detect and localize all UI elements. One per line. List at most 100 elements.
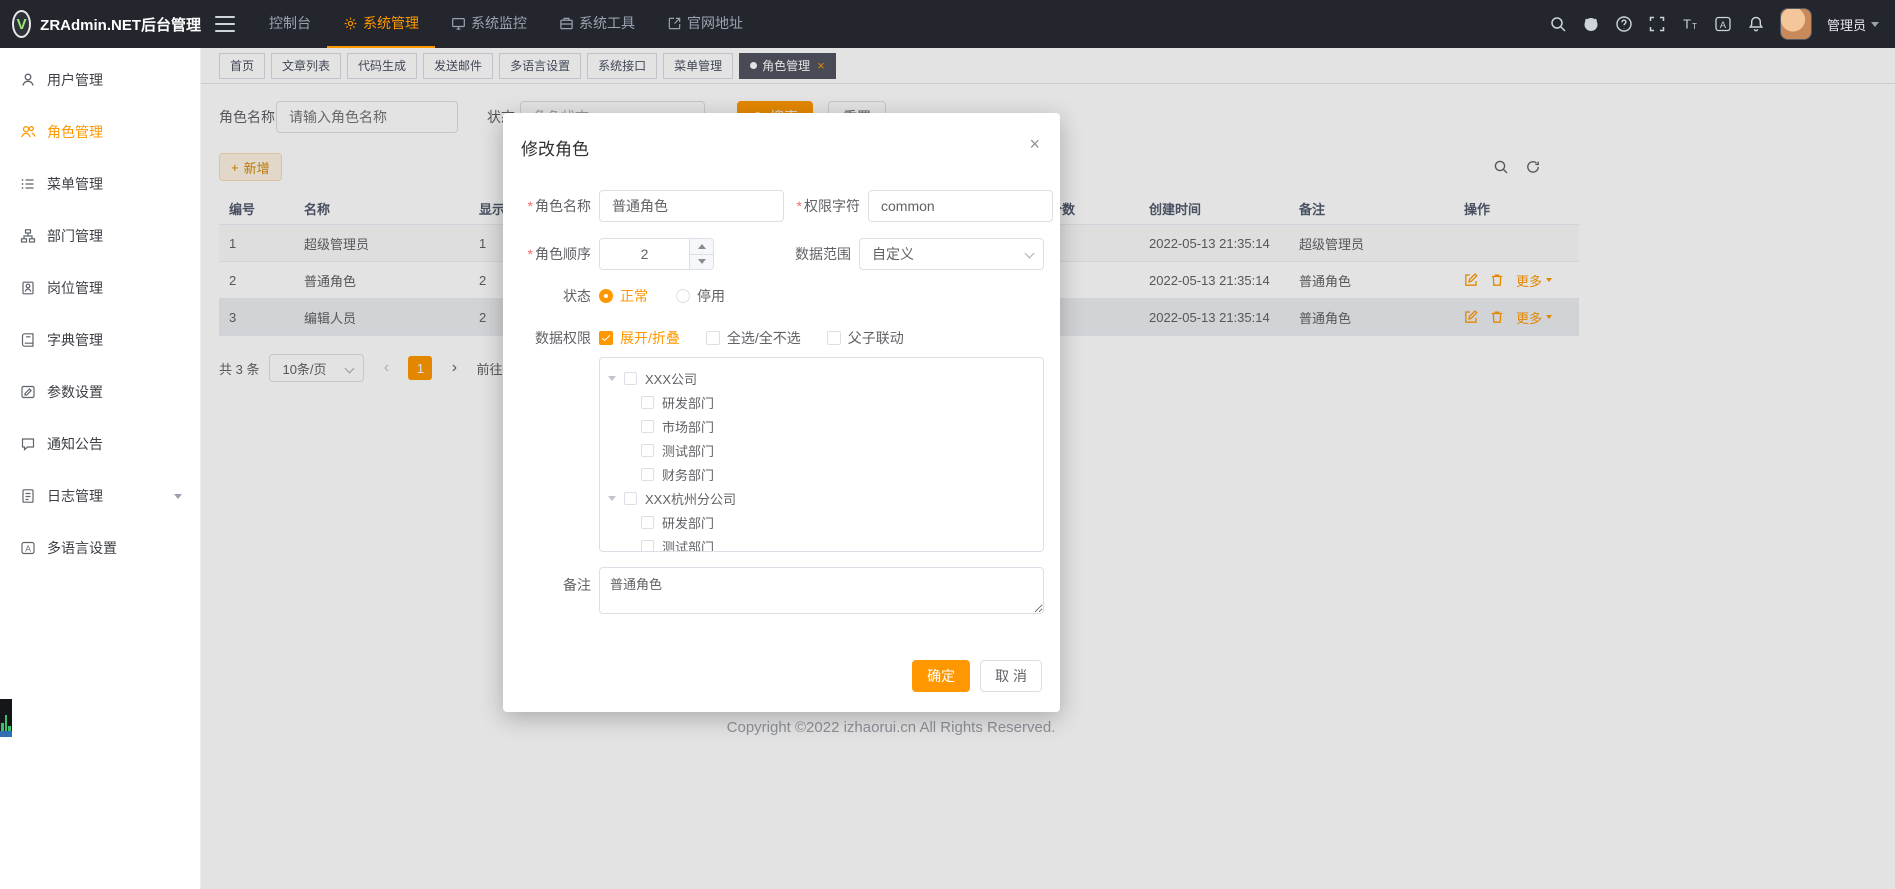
- checkbox-icon[interactable]: [641, 540, 654, 553]
- checkbox-label: 父子联动: [848, 328, 904, 348]
- role-name-field-label: *角色名称: [519, 196, 591, 216]
- nav-label: 系统管理: [363, 13, 419, 33]
- radio-status-disabled[interactable]: 停用: [676, 286, 725, 306]
- sidebar-item-label: 用户管理: [47, 70, 103, 90]
- sidebar-item-label: 角色管理: [47, 122, 103, 142]
- sidebar-item-label: 岗位管理: [47, 278, 103, 298]
- checkbox-icon[interactable]: [641, 444, 654, 457]
- tree-node-branch-company[interactable]: XXX杭州分公司: [608, 486, 1043, 510]
- close-icon[interactable]: ×: [1029, 135, 1040, 160]
- language-icon[interactable]: A: [1714, 15, 1732, 33]
- checkbox-select-all[interactable]: 全选/全不选: [706, 328, 801, 348]
- checkbox-icon[interactable]: [641, 468, 654, 481]
- book-icon: [20, 332, 36, 348]
- sidebar-item-label: 字典管理: [47, 330, 103, 350]
- dialog-role-name-input[interactable]: [599, 190, 784, 222]
- checkbox-expand-collapse[interactable]: 展开/折叠: [599, 328, 680, 348]
- sidebar-item-departments[interactable]: 部门管理: [0, 210, 200, 262]
- role-order-input[interactable]: [600, 239, 689, 269]
- perm-char-field-label: *权限字符: [796, 196, 860, 216]
- sidebar-item-logs[interactable]: 日志管理: [0, 470, 200, 522]
- dialog-perm-char-input[interactable]: [868, 190, 1053, 222]
- remark-field-label: 备注: [519, 567, 591, 595]
- nav-item-system-manage[interactable]: 系统管理: [327, 0, 435, 48]
- checkbox-icon[interactable]: [624, 492, 637, 505]
- radio-status-normal[interactable]: 正常: [599, 286, 648, 306]
- sidebar-item-parameters[interactable]: 参数设置: [0, 366, 200, 418]
- sidebar-item-roles[interactable]: 角色管理: [0, 106, 200, 158]
- tree-node-label: 研发部门: [662, 393, 714, 412]
- data-scope-select[interactable]: 自定义: [859, 238, 1044, 270]
- data-scope-field-label: 数据范围: [787, 244, 851, 264]
- nav-label: 系统监控: [471, 13, 527, 33]
- required-mark: *: [528, 246, 533, 262]
- search-icon[interactable]: [1549, 15, 1567, 33]
- checkbox-icon[interactable]: [641, 396, 654, 409]
- tree-node-dept[interactable]: 测试部门: [608, 534, 1043, 552]
- checkbox-icon[interactable]: [641, 420, 654, 433]
- top-nav: 控制台 系统管理 系统监控 系统工具 官网地址: [253, 0, 759, 48]
- expand-arrow-icon[interactable]: [608, 376, 616, 381]
- performance-monitor-widget[interactable]: [0, 699, 12, 737]
- tree-node-label: XXX公司: [645, 369, 697, 388]
- sidebar-item-posts[interactable]: 岗位管理: [0, 262, 200, 314]
- expand-arrow-icon[interactable]: [608, 496, 616, 501]
- checkbox-parent-child-link[interactable]: 父子联动: [827, 328, 904, 348]
- radio-icon: [676, 289, 690, 303]
- sidebar-item-languages[interactable]: A 多语言设置: [0, 522, 200, 574]
- users-icon: [20, 124, 36, 140]
- edit-role-dialog: 修改角色 × *角色名称 *权限字符 *角色顺序 数据范围 自定义: [503, 113, 1060, 712]
- nav-item-official-site[interactable]: 官网地址: [651, 0, 759, 48]
- monitor-icon: [451, 16, 466, 31]
- svg-text:A: A: [25, 544, 31, 554]
- confirm-button[interactable]: 确定: [912, 660, 970, 692]
- sidebar-item-menus[interactable]: 菜单管理: [0, 158, 200, 210]
- chevron-down-icon: [1025, 249, 1035, 259]
- tree-node-dept[interactable]: 研发部门: [608, 510, 1043, 534]
- sidebar-toggle-icon[interactable]: [215, 16, 235, 32]
- user-menu[interactable]: 管理员: [1827, 15, 1879, 34]
- org-tree-icon: [20, 228, 36, 244]
- tree-node-dept[interactable]: 财务部门: [608, 462, 1043, 486]
- tree-node-dept[interactable]: 测试部门: [608, 438, 1043, 462]
- logo-icon: V: [12, 10, 31, 38]
- radio-label: 停用: [697, 286, 725, 306]
- tree-node-dept[interactable]: 研发部门: [608, 390, 1043, 414]
- tree-node-company[interactable]: XXX公司: [608, 366, 1043, 390]
- document-icon: [20, 488, 36, 504]
- tree-node-label: 市场部门: [662, 417, 714, 436]
- increment-button[interactable]: [690, 239, 713, 254]
- user-icon: [20, 72, 36, 88]
- sidebar-item-label: 参数设置: [47, 382, 103, 402]
- font-size-icon[interactable]: TT: [1681, 15, 1699, 33]
- github-icon[interactable]: [1582, 15, 1600, 33]
- nav-label: 控制台: [269, 13, 311, 33]
- cancel-button[interactable]: 取 消: [980, 660, 1042, 692]
- nav-item-system-monitor[interactable]: 系统监控: [435, 0, 543, 48]
- sidebar-item-notices[interactable]: 通知公告: [0, 418, 200, 470]
- gear-icon: [343, 16, 358, 31]
- help-icon[interactable]: [1615, 15, 1633, 33]
- checkbox-label: 展开/折叠: [620, 328, 680, 348]
- decrement-button[interactable]: [690, 254, 713, 270]
- remark-textarea[interactable]: 普通角色: [599, 567, 1044, 614]
- tree-node-dept[interactable]: 市场部门: [608, 414, 1043, 438]
- sidebar-item-dictionaries[interactable]: 字典管理: [0, 314, 200, 366]
- user-avatar[interactable]: [1780, 8, 1812, 40]
- list-icon: [20, 176, 36, 192]
- nav-item-console[interactable]: 控制台: [253, 0, 327, 48]
- nav-label: 系统工具: [579, 13, 635, 33]
- nav-item-system-tools[interactable]: 系统工具: [543, 0, 651, 48]
- username-label: 管理员: [1827, 15, 1866, 34]
- fullscreen-icon[interactable]: [1648, 15, 1666, 33]
- sidebar: 用户管理 角色管理 菜单管理 部门管理 岗位管理 字典管理 参数设置 通知公告 …: [0, 48, 201, 889]
- bell-icon[interactable]: [1747, 15, 1765, 33]
- checkbox-icon[interactable]: [641, 516, 654, 529]
- app-logo: V ZRAdmin.NET后台管理: [0, 0, 201, 48]
- sidebar-item-users[interactable]: 用户管理: [0, 54, 200, 106]
- permission-tree: XXX公司 研发部门 市场部门 测试部门 财务部门 XXX杭州分公司: [599, 357, 1044, 552]
- chevron-down-icon: [174, 494, 182, 499]
- checkbox-icon[interactable]: [624, 372, 637, 385]
- sidebar-item-label: 菜单管理: [47, 174, 103, 194]
- tree-node-label: 测试部门: [662, 441, 714, 460]
